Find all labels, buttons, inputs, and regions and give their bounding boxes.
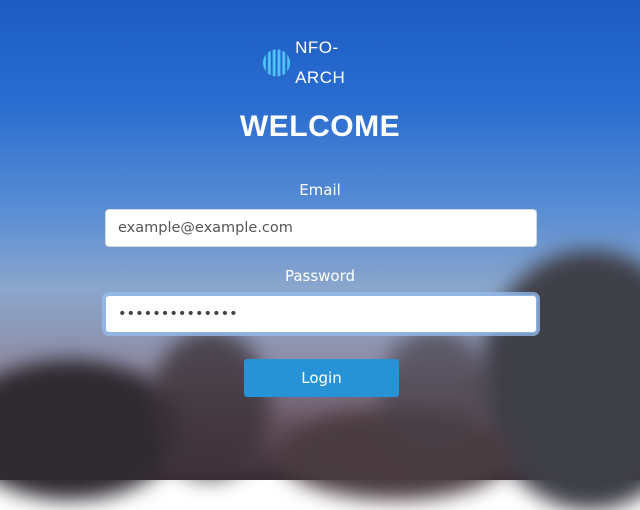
email-label: Email [299, 181, 341, 199]
password-label: Password [284, 267, 356, 285]
brand-name: NFO-ARCH [295, 38, 346, 87]
email-input[interactable] [105, 209, 537, 247]
login-button[interactable]: Login [244, 359, 399, 397]
brand-logo: NFO-ARCH [262, 38, 386, 87]
password-input[interactable] [105, 295, 537, 333]
striped-globe-icon [262, 49, 291, 77]
page-title: WELCOME [239, 110, 401, 143]
